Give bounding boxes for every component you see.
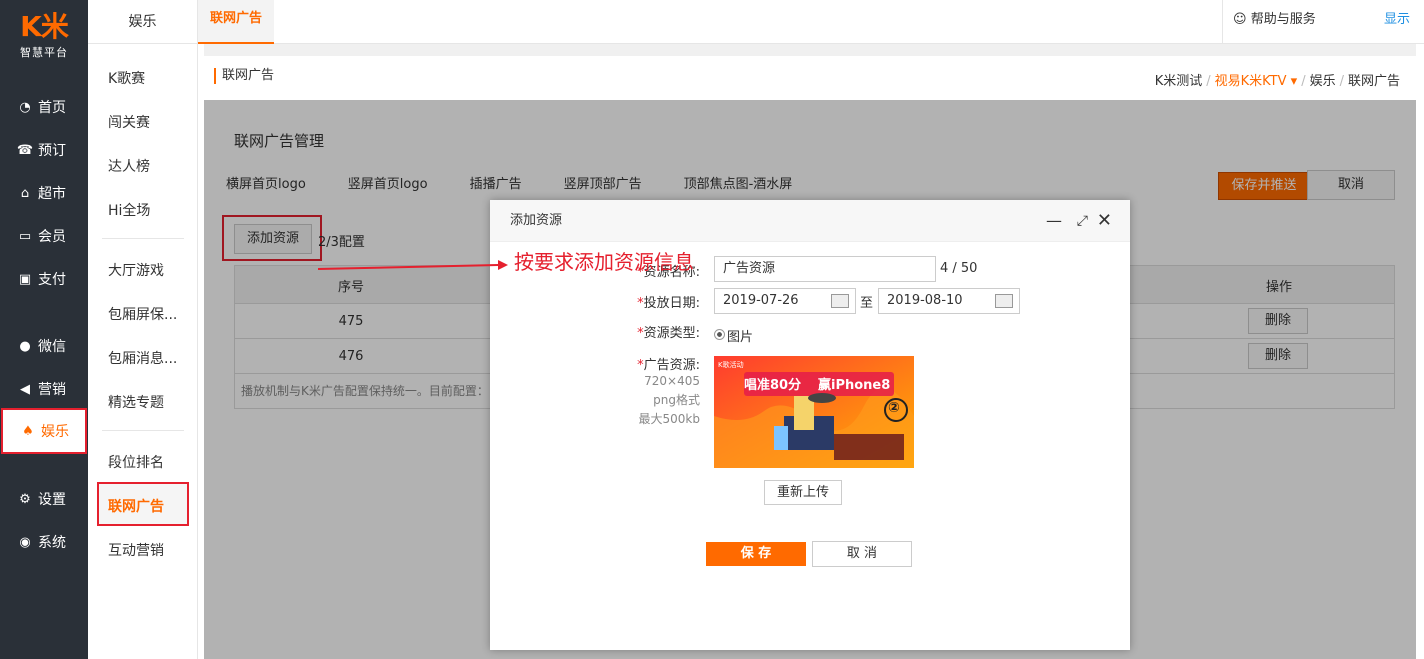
maximize-icon[interactable]: ⤢ — [1077, 200, 1088, 242]
logo-subtitle: 智慧平台 — [20, 46, 68, 59]
dialog-cancel-button[interactable]: 取 消 — [812, 541, 912, 567]
sub-item[interactable]: 大厅游戏 — [108, 260, 164, 280]
save-button[interactable]: 保 存 — [706, 542, 806, 566]
close-icon[interactable]: ✕ — [1097, 200, 1112, 242]
nav-payment[interactable]: ▣ 支付 — [0, 259, 88, 299]
sub-item[interactable]: 闯关赛 — [108, 112, 150, 132]
help-link[interactable]: ☺ 帮助与服务 — [1222, 0, 1367, 44]
sub-item[interactable]: 精选专题 — [108, 392, 164, 412]
ad-badge: ② — [888, 400, 900, 416]
sub-item[interactable]: 互动营销 — [108, 540, 164, 560]
ad-headline-2: 赢iPhone8 — [818, 378, 891, 393]
hint-maxsize: 最大500kb — [638, 412, 700, 426]
tab-active[interactable]: 联网广告 — [198, 0, 274, 44]
divider — [102, 430, 184, 431]
crumb-item[interactable]: 娱乐 — [1310, 74, 1336, 89]
hint-format: png格式 — [653, 393, 700, 407]
nav-label: 设置 — [38, 492, 66, 508]
date-label: *投放日期: — [637, 296, 700, 311]
type-radio[interactable]: 图片 — [714, 326, 753, 345]
nav-label: 超市 — [38, 186, 66, 202]
dialog-title: 添加资源 — [510, 213, 563, 228]
breadcrumb: K米测试 / 视易K米KTV ▾ / 娱乐 / 联网广告 — [1154, 74, 1400, 89]
megaphone-icon: ◀ — [20, 381, 30, 397]
sub-sidebar-title: 娱乐 — [88, 0, 197, 44]
nav-entertainment[interactable]: ♠ 娱乐 — [1, 408, 87, 454]
crumb-item[interactable]: K米测试 — [1155, 74, 1203, 89]
start-date-input[interactable]: 2019-07-26 — [714, 288, 856, 314]
crumb-item: 联网广告 — [1347, 74, 1400, 89]
card-icon: ▭ — [18, 228, 32, 244]
nav-label: 首页 — [38, 100, 66, 116]
nav-marketing[interactable]: ◀ 营销 — [0, 369, 88, 409]
caret-down-icon[interactable]: ▾ — [1287, 74, 1298, 89]
wechat-icon: ● — [19, 338, 31, 354]
calendar-icon — [831, 294, 849, 308]
sub-item[interactable]: 达人榜 — [108, 156, 150, 176]
logo: K米 智慧平台 — [0, 0, 88, 76]
nav-label: 系统 — [38, 535, 66, 551]
logo-mark: K米 — [20, 10, 69, 43]
nav-system[interactable]: ◉ 系统 — [0, 522, 88, 562]
nav-member[interactable]: ▭ 会员 — [0, 216, 88, 256]
nav-home[interactable]: ◔ 首页 — [0, 87, 88, 127]
payment-icon: ▣ — [18, 271, 32, 287]
sub-item[interactable]: 包厢消息... — [108, 348, 177, 368]
resource-label: *广告资源: — [637, 358, 700, 373]
show-link[interactable]: 显示 — [1384, 0, 1410, 40]
nav-label: 营销 — [38, 382, 66, 398]
date-separator: 至 — [860, 296, 874, 311]
sub-item[interactable]: Hi全场 — [108, 200, 150, 220]
divider — [102, 238, 184, 239]
shop-icon: ⌂ — [20, 185, 30, 201]
annotation-arrow — [318, 260, 508, 270]
entertainment-icon: ♠ — [22, 423, 34, 439]
sub-item[interactable]: 包厢屏保... — [108, 304, 177, 324]
nav-settings[interactable]: ⚙ 设置 — [0, 479, 88, 519]
nav-market[interactable]: ⌂ 超市 — [0, 173, 88, 213]
nav-label: 微信 — [38, 339, 66, 355]
page-title: 联网广告 — [214, 68, 274, 84]
ad-preview-image: K歌活动 唱准80分 赢iPhone8 ② — [714, 356, 914, 468]
minimize-icon[interactable]: — — [1046, 200, 1062, 242]
dashboard-icon: ◔ — [19, 99, 31, 115]
help-label: 帮助与服务 — [1250, 12, 1316, 27]
phone-icon: ☎ — [16, 142, 34, 158]
dialog-header: 添加资源 — ⤢ ✕ — [490, 200, 1130, 242]
nav-label: 支付 — [38, 272, 66, 288]
nav-label: 会员 — [38, 229, 66, 245]
nav-booking[interactable]: ☎ 预订 — [0, 130, 88, 170]
smile-icon: ☺ — [1233, 12, 1247, 27]
breadcrumb-bar: 联网广告 K米测试 / 视易K米KTV ▾ / 娱乐 / 联网广告 — [204, 56, 1416, 100]
sub-item[interactable]: K歌赛 — [108, 68, 145, 88]
hint-size: 720×405 — [644, 374, 700, 388]
nav-wechat[interactable]: ● 微信 — [0, 326, 88, 366]
ad-graphic — [714, 356, 914, 468]
type-label: *资源类型: — [637, 326, 700, 341]
name-char-count: 4 / 50 — [940, 261, 978, 276]
sub-item-active[interactable]: 联网广告 — [97, 482, 189, 526]
annotation-text: 按要求添加资源信息 — [514, 250, 694, 274]
ad-brand: K歌活动 — [718, 361, 744, 369]
reupload-button[interactable]: 重新上传 — [764, 480, 842, 505]
nav-label: 预订 — [38, 143, 66, 159]
end-date-input[interactable]: 2019-08-10 — [878, 288, 1020, 314]
gear-icon: ⚙ — [19, 491, 31, 507]
nav-label: 娱乐 — [41, 424, 69, 440]
chrome-icon: ◉ — [19, 534, 31, 550]
resource-name-input[interactable]: 广告资源 — [714, 256, 936, 282]
sub-item[interactable]: 段位排名 — [108, 452, 164, 472]
top-bar: 联网广告 ☺ 帮助与服务 显示 — [198, 0, 1424, 44]
sub-sidebar: 娱乐 K歌赛 闯关赛 达人榜 Hi全场 大厅游戏 包厢屏保... 包厢消息...… — [88, 0, 198, 659]
ad-headline-1: 唱准80分 — [744, 378, 802, 393]
radio-icon — [714, 329, 725, 340]
main-sidebar: K米 智慧平台 ◔ 首页 ☎ 预订 ⌂ 超市 ▭ 会员 ▣ 支付 ● 微信 ◀ 营销 ♠ 娱乐 … — [0, 0, 88, 659]
crumb-store[interactable]: 视易K米KTV — [1215, 74, 1287, 89]
calendar-icon — [995, 294, 1013, 308]
sub-item-label: 联网广告 — [108, 499, 164, 515]
